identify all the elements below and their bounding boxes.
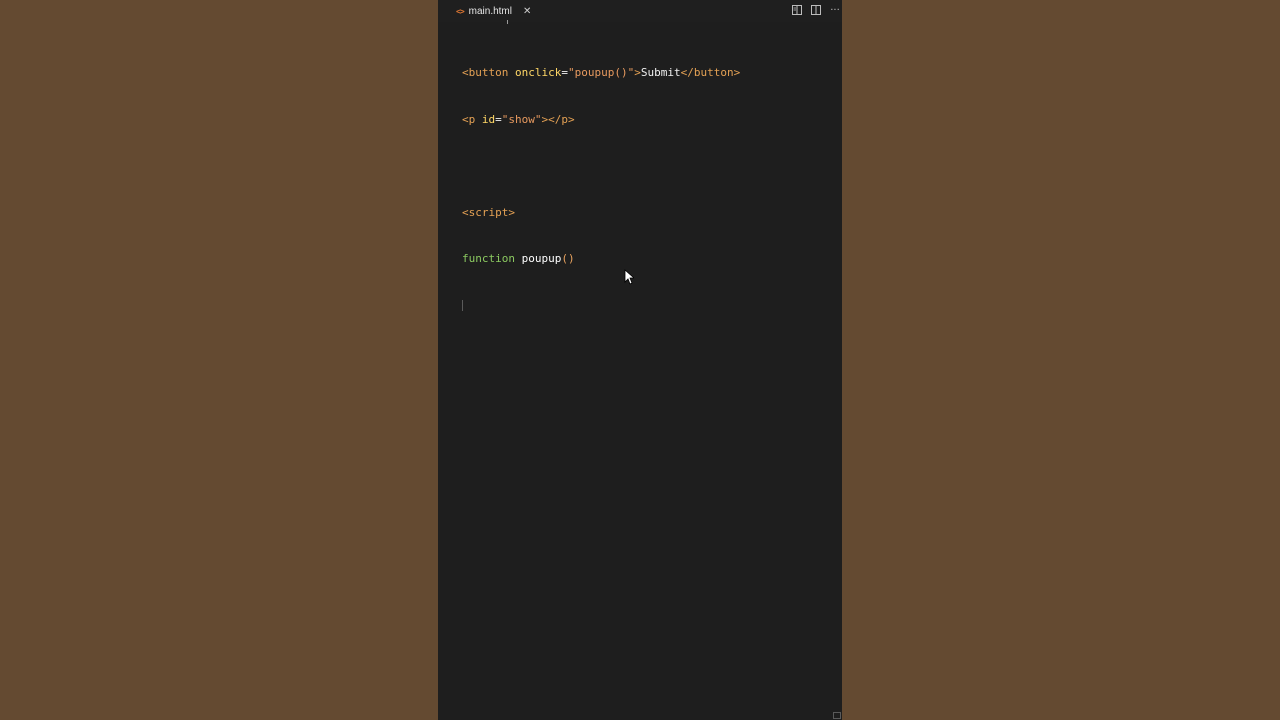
split-editor-icon[interactable]	[811, 5, 821, 15]
editor-window: <> main.html ✕ ··· <button onclick="poup…	[438, 0, 842, 720]
code-line-4: <script>	[462, 205, 515, 219]
tag-script: script	[468, 205, 509, 219]
tab-bar: <> main.html ✕ ···	[438, 0, 842, 22]
code-line-5: function poupup()	[462, 252, 575, 265]
attr-onclick: onclick	[515, 66, 562, 79]
function-name: poupup	[521, 252, 562, 265]
more-actions-icon[interactable]: ···	[830, 5, 840, 16]
code-line-6	[462, 298, 740, 314]
tab-filename: main.html	[468, 5, 512, 17]
layout-corner-icon[interactable]	[833, 712, 841, 719]
html-file-icon: <>	[456, 6, 465, 16]
open-preview-icon[interactable]	[792, 5, 802, 15]
button-text: Submit	[640, 66, 681, 79]
attr-value-onclick: "poupup()"	[567, 66, 635, 79]
tag-button: button	[468, 66, 509, 79]
editor-actions: ···	[792, 0, 842, 20]
close-icon[interactable]: ✕	[523, 6, 531, 17]
tab-main-html[interactable]: <> main.html ✕	[450, 0, 535, 22]
text-cursor	[462, 300, 463, 311]
keyword-function: function	[462, 252, 515, 265]
code-line-1: <button onclick="poupup()">Submit</butto…	[462, 66, 741, 79]
scroll-indicator	[507, 20, 508, 24]
attr-value-id: "show"	[501, 112, 542, 126]
code-editor[interactable]: <button onclick="poupup()">Submit</butto…	[462, 34, 740, 344]
code-line-2: <p id="show"></p>	[462, 112, 575, 126]
tag-p: p	[468, 112, 476, 126]
attr-id: id	[481, 112, 496, 126]
mouse-pointer-icon	[624, 269, 634, 285]
